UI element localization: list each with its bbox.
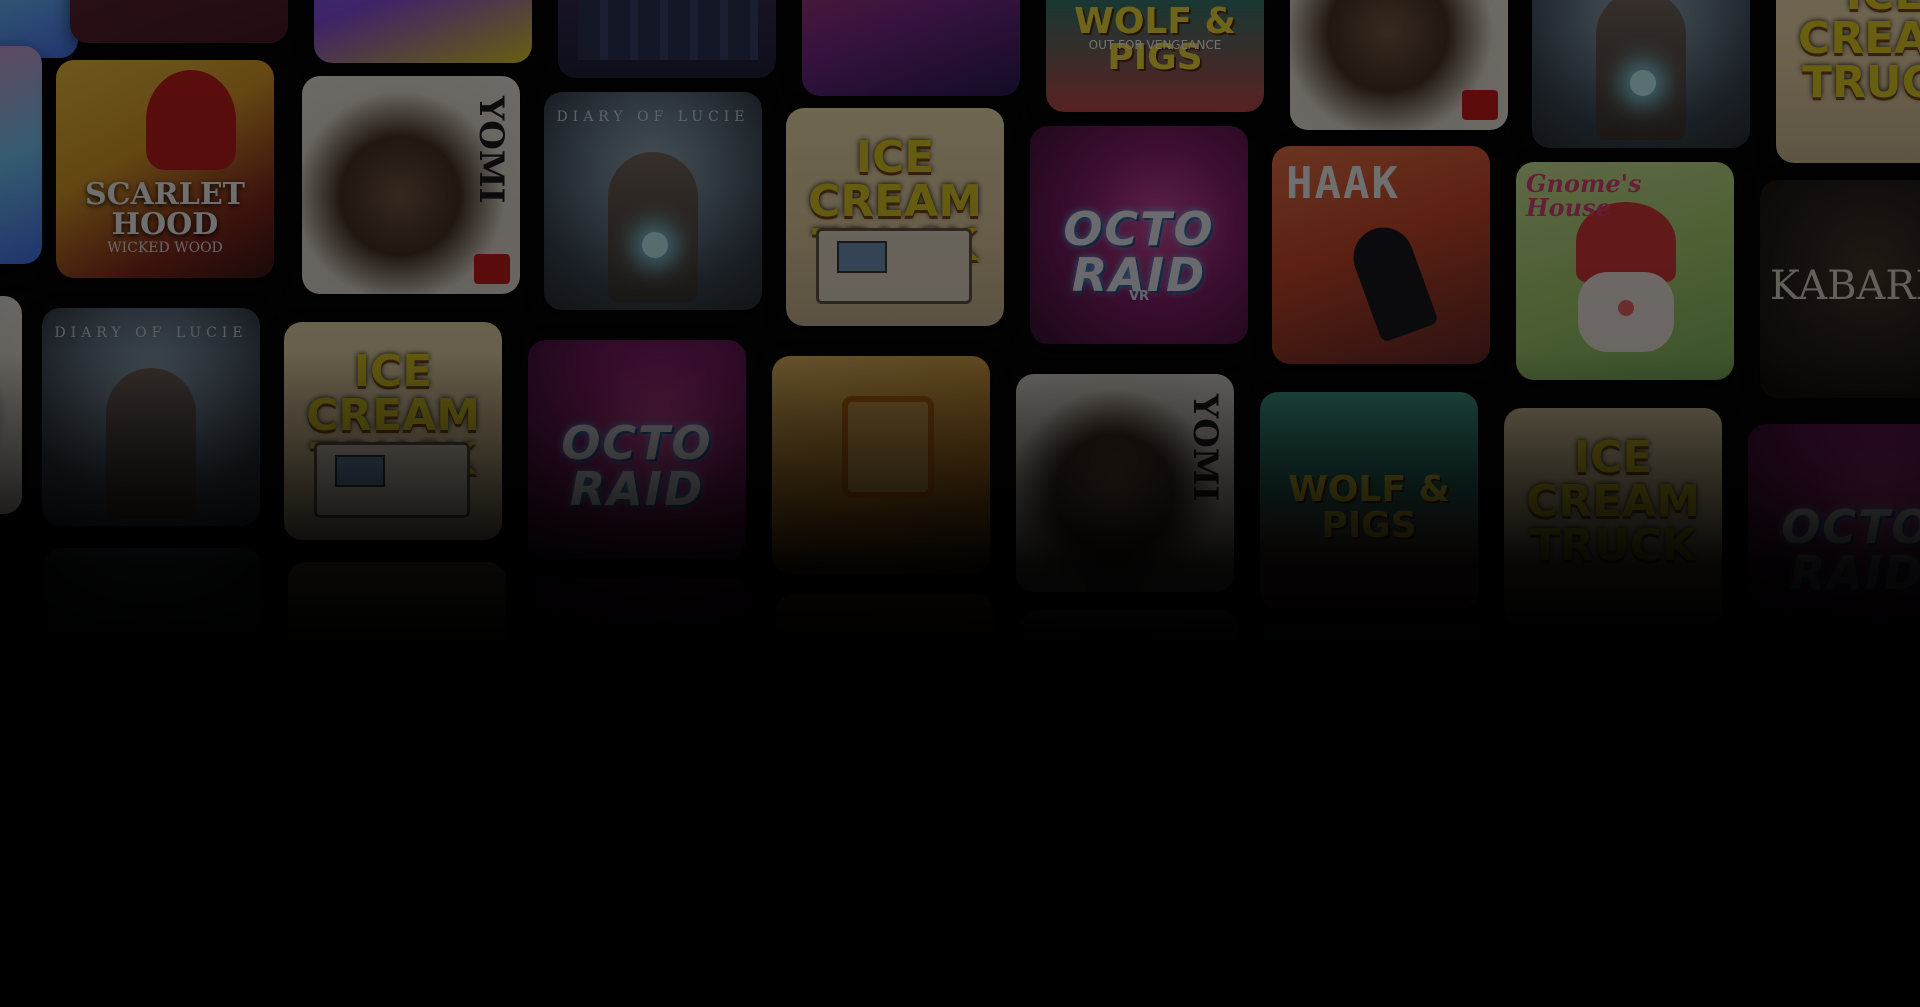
game-tile-haak[interactable]: HAAK	[1272, 146, 1490, 364]
game-title: Gnome's House	[1526, 169, 1642, 222]
game-tile-ice-cream-truck[interactable]: ICE CREAM TRUCK	[786, 108, 1004, 326]
game-tile-diary-of-lucie[interactable]: DIARY OF LUCIE	[544, 92, 762, 310]
game-tile-city[interactable]	[558, 0, 776, 78]
game-tile-scarlet-hood[interactable]: SCARLET HOOD WICKED WOOD	[56, 60, 274, 278]
game-tile-diary-of-lucie-lower[interactable]: DIARY OF LUCIE	[42, 308, 260, 526]
game-tile-yomi[interactable]: YOMI	[302, 76, 520, 294]
game-title: OCTO RAID	[1063, 202, 1215, 302]
game-title: DIARY OF LUCIE	[556, 109, 750, 125]
game-tile-faded-1	[44, 548, 262, 766]
game-tile-wolf-and-pigs-top[interactable]: WOLF & PIGS OUT FOR VENGEANCE	[1046, 0, 1264, 112]
game-subtitle: OUT FOR VENGEANCE	[1088, 38, 1222, 52]
game-title: YOMI	[1185, 394, 1225, 502]
game-title: ICE CREAM TRUCK	[1525, 432, 1701, 571]
game-tile-faded-8	[1752, 658, 1920, 876]
game-tile-robot[interactable]	[802, 0, 1020, 96]
character-figure	[106, 368, 196, 518]
game-cover-art	[0, 46, 42, 264]
game-title: HAAK	[1286, 158, 1400, 209]
game-cover-art	[802, 0, 1020, 96]
game-tile-ice-cream-truck-top[interactable]: ICE CREAM TRUCK	[1776, 0, 1920, 163]
game-title: YOMI	[471, 96, 511, 204]
game-tile-colorful-left[interactable]	[0, 46, 42, 264]
game-title: OCTO RAID	[561, 416, 713, 516]
gnome-face	[1578, 272, 1674, 352]
age-rating-badge	[474, 254, 510, 284]
ice-cream-truck-illustration	[314, 442, 470, 518]
game-tile-faded-3	[532, 578, 750, 796]
game-cover-art	[70, 0, 288, 43]
game-tile-ice-cream-truck-lower[interactable]: ICE CREAM TRUCK	[284, 322, 502, 540]
game-cover-art	[1264, 626, 1482, 844]
game-cover-art	[314, 0, 532, 63]
game-tile-yomi-left[interactable]	[0, 296, 22, 514]
game-tile-octo-raid-lower-right[interactable]: OCTO RAID	[1748, 424, 1920, 642]
game-title: WOLF & PIGS	[1288, 469, 1450, 546]
game-tile-arcade[interactable]	[314, 0, 532, 63]
game-cover-art	[0, 296, 22, 514]
game-title: SCARLET HOOD	[84, 177, 246, 242]
game-subtitle: WICKED WOOD	[107, 240, 223, 256]
game-tile-kabaret[interactable]: KABARET	[1760, 180, 1920, 398]
game-tile-diary-of-lucie-top[interactable]	[1532, 0, 1750, 148]
game-subtitle: VR	[1128, 289, 1150, 304]
game-title: DIARY OF LUCIE	[54, 325, 248, 341]
city-buildings	[578, 0, 758, 60]
game-title: ICE CREAM TRUCK	[1797, 0, 1920, 108]
game-cover-art	[44, 548, 262, 766]
game-tile-maze[interactable]	[70, 0, 288, 43]
glow-orb	[642, 232, 668, 258]
character-figure	[608, 152, 698, 302]
game-title: OCTO RAID	[1781, 500, 1920, 600]
game-tile-wolf-and-pigs[interactable]: WOLF & PIGS	[1260, 392, 1478, 610]
game-cover-wall: WOLF & PIGS OUT FOR VENGEANCE ICE CREAM …	[0, 0, 1920, 1007]
game-tile-gnomes-house[interactable]: Gnome's House	[1516, 162, 1734, 380]
game-title: KABARET	[1770, 263, 1920, 309]
game-tile-faded-7	[1508, 642, 1726, 860]
game-cover-art	[776, 594, 994, 812]
ice-cream-truck-illustration	[816, 228, 972, 304]
age-rating-badge	[1462, 90, 1498, 120]
screen-illustration	[842, 396, 934, 498]
game-tile-faded-4	[776, 594, 994, 812]
game-tile-faded-5	[1020, 610, 1238, 828]
game-cover-art	[1752, 658, 1920, 876]
game-cover-art	[532, 578, 750, 796]
game-tile-octo-raid[interactable]: OCTO RAID VR	[1030, 126, 1248, 344]
game-tile-yomi-lower[interactable]: YOMI	[1016, 374, 1234, 592]
glow-orb	[1630, 70, 1656, 96]
red-hood-figure	[146, 70, 236, 170]
game-cover-art	[1508, 642, 1726, 860]
game-tile-orange[interactable]	[772, 356, 990, 574]
game-tile-faded-6	[1264, 626, 1482, 844]
game-tile-octo-raid-lower[interactable]: OCTO RAID	[528, 340, 746, 558]
game-cover-art	[288, 562, 506, 780]
game-tile-ice-cream-truck-lower-right[interactable]: ICE CREAM TRUCK	[1504, 408, 1722, 626]
game-tile-yomi-top[interactable]	[1290, 0, 1508, 130]
game-tile-faded-2	[288, 562, 506, 780]
game-cover-art	[1020, 610, 1238, 828]
